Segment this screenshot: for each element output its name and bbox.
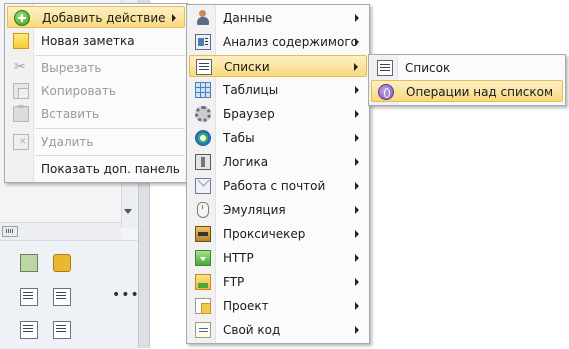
table-icon xyxy=(195,82,211,98)
project-icon xyxy=(195,298,211,314)
menu-item-label: Табы xyxy=(223,131,255,145)
menu-item-cut[interactable]: Вырезать xyxy=(7,56,185,79)
menu-item-label: Анализ содержимого xyxy=(223,35,358,49)
submenu-item-mail[interactable]: Работа с почтой xyxy=(189,175,367,197)
menu-item-label: Вставить xyxy=(41,107,100,121)
submenu-item-browser[interactable]: Браузер xyxy=(189,103,367,125)
submenu-item-project[interactable]: Проект xyxy=(189,295,367,317)
menu-item-label: Добавить действие xyxy=(42,11,166,25)
submenu-item-lists[interactable]: Списки xyxy=(189,55,367,77)
submenu-arrow-icon xyxy=(355,134,359,142)
menu-item-label: Списки xyxy=(224,60,270,74)
menu-item-label: Браузер xyxy=(223,107,275,121)
menu-item-copy[interactable]: Копировать xyxy=(7,80,185,102)
cut-icon xyxy=(13,56,29,78)
horizontal-scrollbar[interactable] xyxy=(0,222,121,240)
menu-item-label: Проект xyxy=(223,299,269,313)
http-icon xyxy=(195,250,211,266)
submenu-item-tabs[interactable]: Табы xyxy=(189,127,367,149)
submenu-arrow-icon xyxy=(355,326,359,334)
mouse-icon xyxy=(197,202,209,218)
scroll-down-arrow-icon[interactable] xyxy=(124,209,132,214)
menu-separator xyxy=(35,55,185,56)
tabs-icon xyxy=(195,130,211,146)
submenu-arrow-icon xyxy=(355,302,359,310)
submenu-item-custom-code[interactable]: Свой код xyxy=(189,319,367,341)
submenu-arrow-icon xyxy=(172,14,176,22)
list-icon[interactable] xyxy=(53,321,71,339)
menu-item-label: Показать доп. панель xyxy=(41,162,180,176)
delete-icon xyxy=(13,134,29,150)
submenu-item-http[interactable]: HTTP xyxy=(189,247,367,269)
menu-item-label: Новая заметка xyxy=(41,34,135,48)
scroll-thumb[interactable] xyxy=(2,226,18,237)
list-icon[interactable] xyxy=(20,288,38,306)
menu-separator xyxy=(35,128,185,129)
menu-item-show-extra-panel[interactable]: Показать доп. панель xyxy=(7,158,185,180)
menu-item-label: Свой код xyxy=(223,323,281,337)
person-icon xyxy=(195,10,211,26)
menu-item-label: Операции над списком xyxy=(406,85,554,99)
more-icon[interactable]: ••• xyxy=(112,287,140,303)
menu-item-label: Вырезать xyxy=(41,61,102,75)
submenu-item-list-operations[interactable]: Операции над списком xyxy=(371,80,563,102)
submenu-arrow-icon xyxy=(355,14,359,22)
image-action-icon[interactable] xyxy=(20,254,38,272)
proxy-icon xyxy=(195,226,211,242)
copy-icon xyxy=(13,83,29,99)
note-icon xyxy=(13,33,29,49)
menu-item-label: Копировать xyxy=(41,84,116,98)
submenu-arrow-icon xyxy=(355,110,359,118)
submenu-arrow-icon xyxy=(355,86,359,94)
menu-item-paste[interactable]: Вставить xyxy=(7,103,185,125)
submenu-item-content-analysis[interactable]: Анализ содержимого xyxy=(189,31,367,53)
logic-icon xyxy=(195,154,211,170)
submenu-item-logic[interactable]: Логика xyxy=(189,151,367,173)
menu-item-label: Данные xyxy=(223,11,273,25)
menu-item-label: Проксичекер xyxy=(223,227,306,241)
menu-item-delete[interactable]: Удалить xyxy=(7,131,185,153)
submenu-arrow-icon xyxy=(355,254,359,262)
submenu-item-ftp[interactable]: FTP xyxy=(189,271,367,293)
menu-item-label: Список xyxy=(405,61,451,75)
menu-item-label: Таблицы xyxy=(223,83,279,97)
list-icon[interactable] xyxy=(20,321,38,339)
mail-icon xyxy=(195,178,211,194)
submenu-arrow-icon xyxy=(355,230,359,238)
paste-icon xyxy=(13,105,29,122)
submenu-item-data[interactable]: Данные xyxy=(189,7,367,29)
menu-item-label: Удалить xyxy=(41,135,94,149)
menu-item-label: HTTP xyxy=(223,251,254,265)
list-icon xyxy=(377,60,393,76)
lists-submenu: Список Операции над списком xyxy=(368,54,566,106)
menu-item-new-note[interactable]: Новая заметка xyxy=(7,30,185,52)
analysis-icon xyxy=(195,34,211,50)
ftp-icon xyxy=(195,274,211,290)
list-icon xyxy=(196,59,212,75)
submenu-arrow-icon xyxy=(355,158,359,166)
submenu-item-proxychecker[interactable]: Проксичекер xyxy=(189,223,367,245)
menu-item-label: Логика xyxy=(223,155,269,169)
actions-submenu: Данные Анализ содержимого Списки Таблицы… xyxy=(186,4,370,344)
submenu-arrow-icon xyxy=(355,206,359,214)
context-menu: Добавить действие Новая заметка Вырезать… xyxy=(4,3,188,183)
submenu-item-emulation[interactable]: Эмуляция xyxy=(189,199,367,221)
submenu-arrow-icon xyxy=(354,63,358,71)
menu-item-label: Работа с почтой xyxy=(223,179,326,193)
submenu-arrow-icon xyxy=(355,278,359,286)
menu-item-label: FTP xyxy=(223,275,245,289)
lock-icon[interactable] xyxy=(53,254,71,272)
list-icon[interactable] xyxy=(53,288,71,306)
submenu-arrow-icon xyxy=(355,182,359,190)
menu-item-add-action[interactable]: Добавить действие xyxy=(7,6,185,28)
list-operations-icon xyxy=(378,84,394,100)
menu-item-label: Эмуляция xyxy=(223,203,286,217)
submenu-arrow-icon xyxy=(355,38,359,46)
gear-icon xyxy=(195,106,211,122)
submenu-item-tables[interactable]: Таблицы xyxy=(189,79,367,101)
menu-separator xyxy=(35,155,185,156)
code-icon xyxy=(195,322,211,338)
add-icon xyxy=(14,10,30,26)
submenu-item-list[interactable]: Список xyxy=(371,57,563,79)
